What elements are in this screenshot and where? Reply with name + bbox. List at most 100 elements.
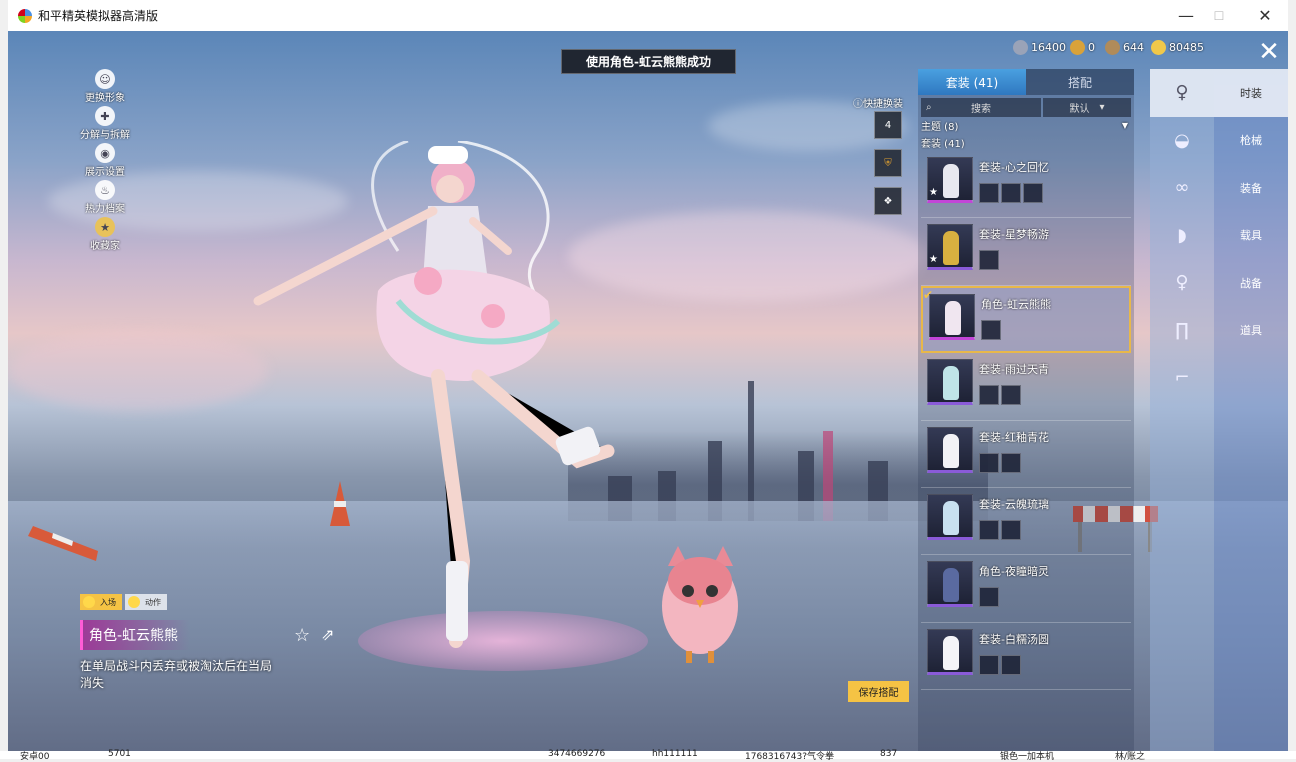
menu-label: 展示设置 — [85, 167, 125, 178]
part-thumb[interactable] — [979, 587, 999, 608]
part-thumb[interactable] — [979, 385, 999, 406]
outfit-name: 套装-星梦畅游 — [979, 228, 1049, 242]
slot-top[interactable]: ♀ — [1150, 259, 1214, 307]
currency-medal[interactable]: 0 — [1070, 40, 1095, 55]
outfit-parts — [981, 319, 1001, 340]
menu-collector[interactable]: ★ 收藏家 — [70, 217, 140, 254]
part-thumb[interactable] — [979, 250, 999, 271]
outfit-item[interactable]: 套装-白糯汤圆 — [921, 623, 1131, 691]
part-thumb[interactable] — [1023, 183, 1043, 203]
outfit-item[interactable]: ★ 套装-心之回忆 — [921, 151, 1131, 219]
sort-dropdown[interactable]: 默认 ▾ — [1043, 98, 1131, 117]
close-window-button[interactable]: ✕ — [1242, 0, 1288, 31]
maximize-button[interactable]: ☐ — [1196, 0, 1242, 31]
dropdown-arrow-icon: ▼ — [1121, 121, 1128, 130]
slot-pants[interactable]: ∏ — [1150, 307, 1214, 355]
part-thumb[interactable] — [979, 654, 999, 675]
sort-label: 默认 — [1069, 104, 1090, 115]
background-spreadsheet-strip: 安卓00 5701 3474669276 hh111111 1768316743… — [0, 749, 1296, 762]
currency-value: 80485 — [1169, 41, 1204, 54]
quick-slot-wings[interactable]: ❖ — [874, 187, 902, 215]
menu-display-settings[interactable]: ◉ 展示设置 — [70, 143, 140, 180]
menu-label: 收藏家 — [90, 241, 120, 252]
bg-cell: 安卓00 — [20, 752, 50, 762]
slot-glasses[interactable]: ∞ — [1150, 164, 1214, 212]
quick-slot-outfit[interactable]: 4 — [874, 111, 902, 139]
outfit-parts — [979, 250, 999, 271]
gold-coin-icon — [1151, 40, 1166, 55]
currency-silver[interactable]: 16400 — [1013, 40, 1066, 55]
outfit-name: 套装-心之回忆 — [979, 161, 1049, 174]
category-weapons[interactable]: 枪械 — [1214, 117, 1288, 165]
traffic-cone-icon — [28, 526, 98, 561]
outfit-thumbnail — [927, 359, 973, 406]
outfit-item[interactable]: 角色-夜瞳暗灵 — [921, 555, 1131, 623]
currency-ticket[interactable]: 644 — [1105, 40, 1144, 55]
panel-tabs: 套装 (41) 搭配 — [918, 69, 1134, 95]
part-thumb[interactable] — [1001, 519, 1021, 540]
outfit-item[interactable]: ★ 套装-星梦畅游 — [921, 218, 1131, 286]
part-thumb[interactable] — [979, 519, 999, 540]
outfit-name: 角色-虹云熊熊 — [981, 297, 1051, 311]
part-thumb[interactable] — [979, 452, 999, 473]
slot-mask[interactable]: ◗ — [1150, 212, 1214, 260]
character-model — [253, 141, 615, 648]
search-input[interactable]: ⌕ 搜索 — [921, 98, 1041, 117]
theme-header-label: 主题 (8) — [921, 122, 959, 133]
menu-decompose[interactable]: ✚ 分解与拆解 — [70, 106, 140, 143]
currency-gold[interactable]: 80485 — [1151, 40, 1204, 55]
favorite-star-icon[interactable]: ☆ — [294, 625, 310, 646]
category-battle-prep[interactable]: 战备 — [1214, 259, 1288, 307]
current-item-description: 在单局战斗内丢弃或被淘汰后在当局消失 — [80, 659, 273, 690]
outfit-item[interactable]: 套装-云魄琉璃 — [921, 488, 1131, 556]
outfit-slot-bar: ♀ ◒ ∞ ◗ ♀ ∏ ⌐ — [1150, 69, 1214, 751]
part-thumb[interactable] — [1001, 654, 1021, 675]
outfit-panel: 套装 (41) 搭配 ⌕ 搜索 默认 ▾ 主题 (8) ▼ 套装 (41) ★ … — [918, 69, 1134, 751]
outfit-name: 角色-夜瞳暗灵 — [979, 565, 1049, 579]
slot-shoes[interactable]: ⌐ — [1150, 354, 1214, 402]
theme-header[interactable]: 主题 (8) ▼ — [918, 117, 1134, 134]
part-thumb[interactable] — [981, 319, 1001, 340]
tab-action[interactable]: 动作 — [125, 594, 167, 610]
quick-change-label[interactable]: ⓘ快捷换装 — [853, 95, 903, 110]
category-vehicles[interactable]: 载具 — [1214, 212, 1288, 260]
slot-hat[interactable]: ◒ — [1150, 117, 1214, 165]
pet-bird — [662, 546, 738, 663]
category-props[interactable]: 道具 — [1214, 307, 1288, 355]
outfit-item[interactable]: 套装-雨过天青 — [921, 353, 1131, 421]
mask-icon: ◗ — [1177, 224, 1187, 246]
outfit-thumbnail — [927, 493, 973, 540]
part-thumb[interactable] — [1001, 452, 1021, 473]
window-titlebar: 和平精英模拟器高清版 — ☐ ✕ — [8, 0, 1288, 31]
category-fashion[interactable]: 时装 — [1214, 69, 1288, 117]
ticket-icon — [1105, 40, 1120, 55]
shoes-icon: ⌐ — [1174, 367, 1190, 389]
menu-change-appearance[interactable]: ☺ 更换形象 — [70, 69, 140, 106]
part-thumb[interactable] — [1001, 385, 1021, 406]
part-thumb[interactable] — [1001, 183, 1021, 203]
save-outfit-button[interactable]: 保存搭配 — [848, 681, 909, 702]
menu-heat-profile[interactable]: ♨ 热力档案 — [70, 180, 140, 217]
outfit-thumbnail — [927, 426, 973, 473]
glasses-icon: ∞ — [1174, 177, 1190, 199]
menu-label: 更换形象 — [85, 93, 125, 104]
close-icon[interactable]: ✕ — [1254, 39, 1284, 67]
tab-combos[interactable]: 搭配 — [1026, 69, 1134, 95]
tab-outfits[interactable]: 套装 (41) — [918, 69, 1026, 95]
app-logo-icon — [18, 8, 32, 23]
quick-slot-badge[interactable]: ⛨ — [874, 149, 902, 177]
outfit-thumbnail — [927, 561, 973, 608]
person-icon: ☺ — [95, 69, 115, 89]
tab-entrance[interactable]: 入场 — [80, 594, 122, 610]
part-thumb[interactable] — [979, 183, 999, 203]
slot-character[interactable]: ♀ — [1150, 69, 1214, 117]
menu-label: 分解与拆解 — [80, 130, 130, 141]
category-equipment[interactable]: 装备 — [1214, 164, 1288, 212]
gold-medal-icon — [1070, 40, 1085, 55]
pants-icon: ∏ — [1175, 319, 1189, 341]
outfit-parts — [979, 654, 1021, 675]
share-icon[interactable]: ⇗ — [321, 625, 334, 644]
outfit-name: 套装-云魄琉璃 — [979, 497, 1049, 511]
outfit-item-selected[interactable]: ✔ 角色-虹云熊熊 — [921, 285, 1131, 354]
outfit-item[interactable]: 套装-红釉青花 — [921, 421, 1131, 488]
